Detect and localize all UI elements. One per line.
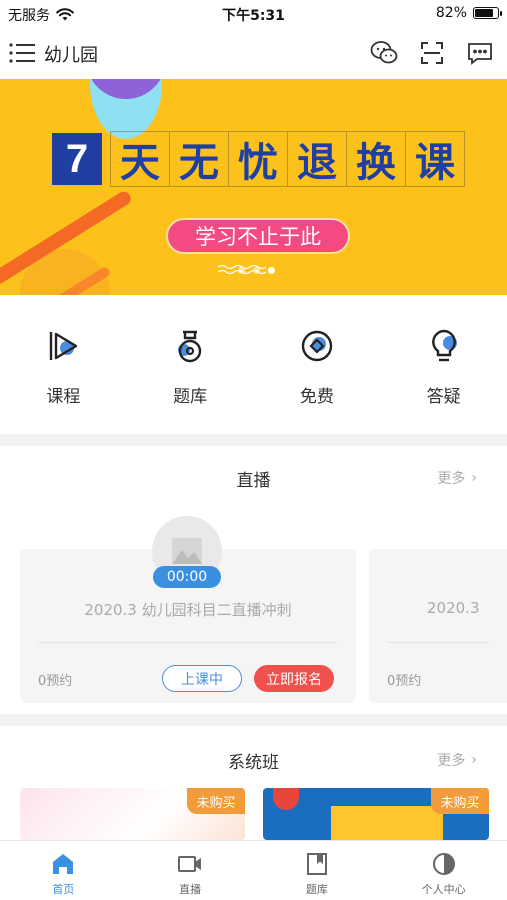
profile-icon (432, 853, 455, 875)
image-placeholder-icon (172, 538, 202, 564)
quick-nav-label: 课程 (46, 387, 81, 407)
chevron-right-icon: › (471, 470, 477, 486)
carousel-dot[interactable] (253, 267, 260, 274)
menu-icon[interactable] (8, 40, 36, 66)
headline-char: 课 (405, 131, 465, 187)
card-divider (387, 642, 489, 643)
card-divider (38, 642, 338, 643)
promo-banner[interactable]: 7 天 无 忧 退 换 课 学习不止于此 (0, 79, 507, 295)
system-class-card[interactable]: 未购买 (263, 788, 489, 840)
quick-nav-label: 免费 (299, 387, 334, 407)
tab-profile[interactable]: 个人中心 (380, 841, 507, 900)
booking-count: 0预约 (38, 674, 73, 689)
live-course-title: 2020.3 (427, 599, 480, 617)
tab-label: 首页 (52, 883, 75, 896)
status-badge: 未购买 (187, 788, 245, 814)
status-bar: 无服务 下午5:31 82% (0, 0, 507, 28)
quick-nav-course[interactable]: 课程 (0, 310, 127, 420)
live-timer: 00:00 (153, 566, 221, 588)
live-section-title: 直播 (236, 471, 271, 491)
lightbulb-icon (431, 329, 457, 362)
tab-label: 直播 (179, 883, 202, 896)
section-divider (0, 714, 507, 726)
battery-percent: 82% (435, 5, 467, 21)
banner-headline: 天 无 忧 退 换 课 (110, 131, 465, 187)
headline-char: 换 (346, 131, 405, 187)
message-icon[interactable] (465, 38, 495, 68)
system-section-title: 系统班 (228, 753, 279, 773)
tab-label: 个人中心 (421, 883, 466, 896)
live-course-title: 2020.3 幼儿园科目二直播冲刺 (84, 601, 292, 619)
headline-char: 退 (287, 131, 346, 187)
live-course-card[interactable]: 2020.3 0预约 (369, 549, 507, 703)
tab-home[interactable]: 首页 (0, 841, 127, 900)
quick-nav-label: 答疑 (426, 387, 461, 407)
card-decoration (331, 806, 443, 840)
question-bank-icon (178, 330, 202, 363)
headline-char: 天 (110, 131, 169, 187)
system-more-link[interactable]: 更多 › (437, 750, 477, 770)
signup-button[interactable]: 立即报名 (254, 665, 334, 692)
banner-slogan: 学习不止于此 (166, 218, 350, 254)
battery-icon (473, 7, 502, 19)
free-coin-icon (301, 330, 333, 362)
carousel-dots (238, 267, 275, 274)
in-class-button[interactable]: 上课中 (162, 665, 242, 692)
more-label: 更多 (437, 471, 466, 487)
chevron-right-icon: › (471, 752, 477, 768)
quick-nav: 课程 题库 免费 答疑 (0, 310, 507, 420)
booking-count: 0预约 (387, 674, 422, 689)
wechat-icon[interactable] (369, 38, 399, 68)
tab-question-bank[interactable]: 题库 (254, 841, 381, 900)
tab-label: 题库 (305, 883, 328, 896)
carousel-dot[interactable] (238, 267, 245, 274)
headline-char: 无 (169, 131, 228, 187)
status-badge: 未购买 (431, 788, 489, 814)
live-more-link[interactable]: 更多 › (437, 468, 477, 488)
scan-icon[interactable] (417, 38, 447, 68)
bookmark-icon (306, 853, 327, 875)
quick-nav-label: 题库 (173, 387, 208, 407)
banner-number: 7 (52, 133, 102, 185)
quick-nav-question-bank[interactable]: 题库 (127, 310, 254, 420)
carousel-dot-active[interactable] (268, 267, 275, 274)
play-course-icon (50, 332, 78, 360)
home-icon (53, 854, 74, 874)
video-camera-icon (178, 856, 202, 872)
quick-nav-qa[interactable]: 答疑 (380, 310, 507, 420)
page-title: 幼儿园 (44, 45, 98, 66)
tab-live[interactable]: 直播 (127, 841, 254, 900)
clock: 下午5:31 (222, 8, 285, 24)
headline-char: 忧 (228, 131, 287, 187)
nav-bar: 幼儿园 (0, 30, 507, 76)
system-class-card[interactable]: 未购买 (20, 788, 245, 840)
tab-bar: 首页 直播 题库 个人中心 (0, 840, 507, 900)
card-decoration (273, 788, 299, 810)
more-label: 更多 (437, 753, 466, 769)
quick-nav-free[interactable]: 免费 (254, 310, 381, 420)
section-divider (0, 434, 507, 446)
